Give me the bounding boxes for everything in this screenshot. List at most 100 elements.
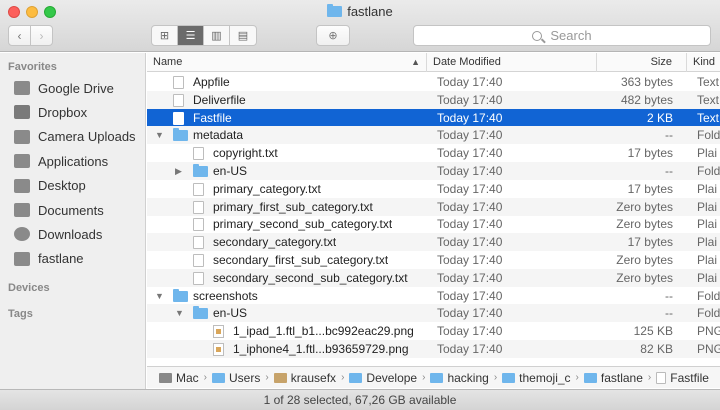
disclosure-closed-icon[interactable]: ▶ — [175, 162, 182, 180]
table-row[interactable]: 1_ipad_1.ftl_b1...bc992eac29.png Today 17… — [147, 322, 720, 340]
path-crumb[interactable]: Users — [212, 371, 260, 385]
file-icon — [656, 371, 667, 384]
table-row[interactable]: Appfile Today 17:40 363 bytes Text — [147, 73, 720, 91]
column-view-button[interactable]: ▥ — [204, 26, 230, 45]
file-name: secondary_category.txt — [213, 235, 337, 250]
path-crumb-label: krausefx — [290, 370, 337, 385]
file-name: en-US — [213, 164, 248, 178]
table-row[interactable]: copyright.txt Today 17:40 17 bytes Plai — [147, 144, 720, 162]
folder-icon — [14, 129, 30, 144]
table-row[interactable]: primary_second_sub_category.txt Today 17:… — [147, 215, 720, 233]
path-crumb[interactable]: fastlane — [583, 371, 643, 385]
new-folder-button[interactable]: ⊕ — [316, 25, 350, 46]
file-size: -- — [665, 288, 673, 303]
folder-icon — [349, 372, 363, 383]
file-size: Zero bytes — [616, 270, 673, 285]
document-icon — [173, 111, 184, 125]
file-kind: Plai — [697, 253, 718, 267]
document-icon — [193, 147, 204, 161]
table-row[interactable]: Fastfile Today 17:40 2 KB Text — [147, 108, 720, 127]
window-title-text: fastlane — [347, 4, 393, 19]
disclosure-open-icon[interactable]: ▼ — [155, 126, 164, 144]
file-name: primary_category.txt — [213, 181, 321, 196]
file-name: primary_second_sub_category.txt — [213, 217, 393, 232]
file-size: 17 bytes — [627, 235, 673, 250]
sidebar-item[interactable]: Desktop — [14, 175, 86, 197]
disclosure-open-icon[interactable]: ▼ — [175, 304, 184, 322]
path-crumb[interactable]: Mac — [159, 371, 199, 385]
back-button[interactable]: ‹ — [8, 25, 31, 46]
sidebar-item[interactable]: Downloads — [14, 223, 102, 245]
file-size: -- — [665, 306, 673, 321]
table-row[interactable]: ▼ en-US Today 17:40 -- Fold — [147, 304, 720, 323]
table-row[interactable]: primary_first_sub_category.txt Today 17:4… — [147, 197, 720, 216]
column-header-bar: Name ▲ Date Modified Size Kind — [147, 53, 720, 72]
sidebar-heading-tags: Tags — [8, 308, 33, 320]
file-date: Today 17:40 — [437, 92, 503, 107]
path-separator-icon: › — [575, 372, 579, 383]
table-row[interactable]: secondary_category.txt Today 17:40 17 byte… — [147, 233, 720, 252]
table-row[interactable]: Deliverfile Today 17:40 482 bytes Text — [147, 90, 720, 109]
sidebar-item[interactable]: Camera Uploads — [14, 126, 136, 148]
file-date: Today 17:40 — [437, 199, 503, 214]
desktop-icon — [14, 178, 30, 193]
sidebar-item[interactable]: Documents — [14, 199, 104, 221]
path-crumb[interactable]: Fastfile — [656, 371, 709, 385]
table-row[interactable]: ▼ metadata Today 17:40 -- Fold — [147, 126, 720, 145]
sidebar-item[interactable]: fastlane — [14, 248, 84, 270]
column-header-kind[interactable]: Kind — [687, 53, 720, 72]
file-name: metadata — [193, 128, 244, 143]
table-row[interactable]: ▼ screenshots Today 17:40 -- Fold — [147, 287, 720, 305]
sidebar-item[interactable]: Applications — [14, 150, 108, 172]
table-row[interactable]: primary_category.txt Today 17:40 17 bytes P… — [147, 180, 720, 198]
file-date: Today 17:40 — [437, 306, 503, 321]
folder-icon — [502, 372, 516, 383]
sidebar: Favorites Google Drive Dropbox Camera Uplo… — [0, 53, 146, 390]
path-crumb[interactable]: hacking — [430, 371, 489, 385]
coverflow-view-button[interactable]: ▤ — [230, 26, 256, 45]
path-separator-icon: › — [493, 372, 498, 383]
column-header-name[interactable]: Name ▲ — [147, 53, 427, 72]
file-date: Today 17:40 — [437, 270, 503, 285]
column-header-date[interactable]: Date Modified — [427, 53, 597, 72]
icon-view-button[interactable]: ⊞ — [152, 26, 178, 45]
image-file-icon — [213, 343, 224, 356]
file-size: 82 KB — [640, 342, 673, 356]
table-row[interactable]: secondary_second_sub_category.txt Today 1… — [147, 268, 720, 287]
search-field[interactable]: Search — [413, 25, 711, 46]
file-name: Fastfile — [193, 110, 232, 125]
file-date: Today 17:40 — [437, 110, 503, 125]
table-row[interactable]: secondary_first_sub_category.txt Today 17… — [147, 251, 720, 269]
list-view-button[interactable]: ☰ — [178, 26, 204, 45]
file-name: en-US — [213, 306, 248, 321]
sidebar-item[interactable]: Google Drive — [14, 77, 114, 99]
file-kind: PNG — [697, 324, 720, 339]
sidebar-item[interactable]: Dropbox — [14, 101, 87, 123]
document-icon — [173, 93, 184, 107]
file-name: primary_first_sub_category.txt — [213, 199, 373, 214]
path-crumb[interactable]: Develope — [349, 371, 417, 385]
folder-icon — [173, 128, 188, 142]
path-separator-icon: › — [265, 372, 269, 383]
path-crumb[interactable]: themoji_c — [502, 371, 571, 385]
file-size: 17 bytes — [627, 181, 673, 196]
document-icon — [193, 254, 204, 267]
document-icon — [173, 76, 184, 89]
folder-icon — [193, 306, 208, 320]
forward-button[interactable]: › — [30, 25, 53, 46]
sidebar-heading-favorites: Favorites — [8, 61, 57, 73]
path-bar: Mac › Users › krausefx › Develope › hacking › them… — [147, 366, 720, 388]
file-kind: Plai — [697, 270, 718, 285]
file-kind: Text — [697, 75, 720, 89]
file-date: Today 17:40 — [437, 235, 503, 250]
folder-icon — [430, 372, 444, 383]
document-icon — [193, 218, 204, 232]
disclosure-open-icon[interactable]: ▼ — [155, 287, 164, 305]
column-header-size[interactable]: Size — [597, 53, 687, 72]
file-kind: Fold — [697, 306, 720, 321]
path-crumb[interactable]: krausefx — [273, 370, 337, 385]
table-row[interactable]: ▶ en-US Today 17:40 -- Fold — [147, 162, 720, 180]
path-crumb-label: Develope — [366, 370, 418, 385]
table-row[interactable]: 1_iphone4_1.ftl...b93659729.png Today 17:… — [147, 340, 720, 358]
file-name: secondary_first_sub_category.txt — [213, 253, 389, 267]
